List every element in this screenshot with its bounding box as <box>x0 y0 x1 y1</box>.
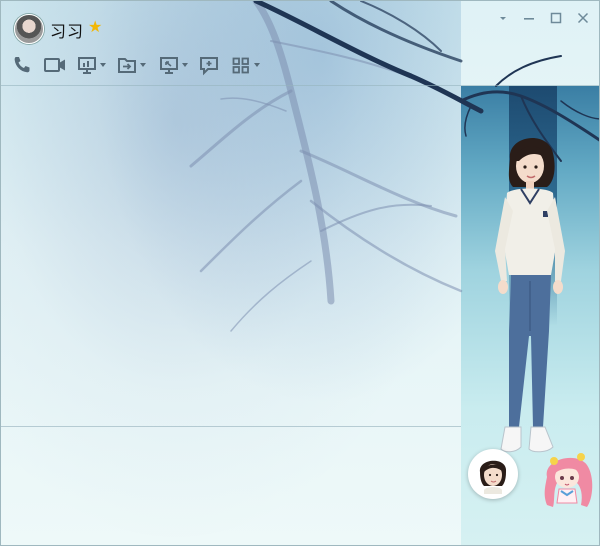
maximize-icon[interactable] <box>547 9 565 27</box>
apps-grid-icon <box>231 54 251 76</box>
close-icon[interactable] <box>574 9 592 27</box>
toolbar <box>1 51 461 81</box>
video-icon <box>43 54 67 76</box>
apps-button[interactable] <box>231 51 260 79</box>
dropdown-caret-icon[interactable] <box>182 63 188 67</box>
dropdown-caret-icon[interactable] <box>100 63 106 67</box>
user-face-icon <box>479 460 507 494</box>
dropdown-caret-icon[interactable] <box>140 63 146 67</box>
screen-share-button[interactable] <box>159 51 188 79</box>
contact-avatar[interactable] <box>14 14 44 44</box>
phone-icon <box>11 54 33 76</box>
chat-window: 习习 ★ <box>0 0 600 546</box>
file-transfer-button[interactable] <box>117 51 146 79</box>
title-bar: 习习 ★ <box>1 1 599 45</box>
show-character-illustration[interactable] <box>485 131 575 461</box>
add-message-icon <box>199 54 219 76</box>
self-avatar[interactable] <box>468 449 518 499</box>
message-input-area[interactable] <box>1 427 461 545</box>
dropdown-caret-icon[interactable] <box>254 63 260 67</box>
phone-call-button[interactable] <box>11 51 33 79</box>
star-icon[interactable]: ★ <box>88 19 102 35</box>
chevron-down-icon[interactable] <box>494 9 512 27</box>
screen-share-icon <box>159 54 179 76</box>
file-transfer-icon <box>117 54 137 76</box>
add-message-button[interactable] <box>199 51 219 79</box>
minimize-icon[interactable] <box>520 9 538 27</box>
presentation-icon <box>77 54 97 76</box>
video-call-button[interactable] <box>43 51 67 79</box>
message-history-area[interactable] <box>1 86 461 426</box>
presentation-button[interactable] <box>77 51 106 79</box>
contact-name[interactable]: 习习 <box>50 18 84 42</box>
mascot-illustration[interactable] <box>537 447 600 511</box>
